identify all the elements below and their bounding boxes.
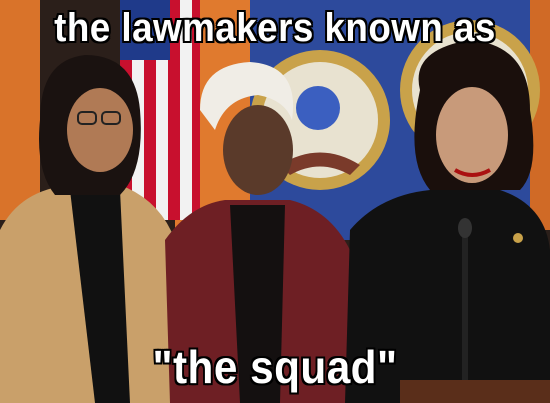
- meme-image: the lawmakers known as "the squad": [0, 0, 550, 403]
- caption-top: the lawmakers known as: [54, 6, 496, 50]
- caption-bottom: "the squad": [152, 341, 398, 393]
